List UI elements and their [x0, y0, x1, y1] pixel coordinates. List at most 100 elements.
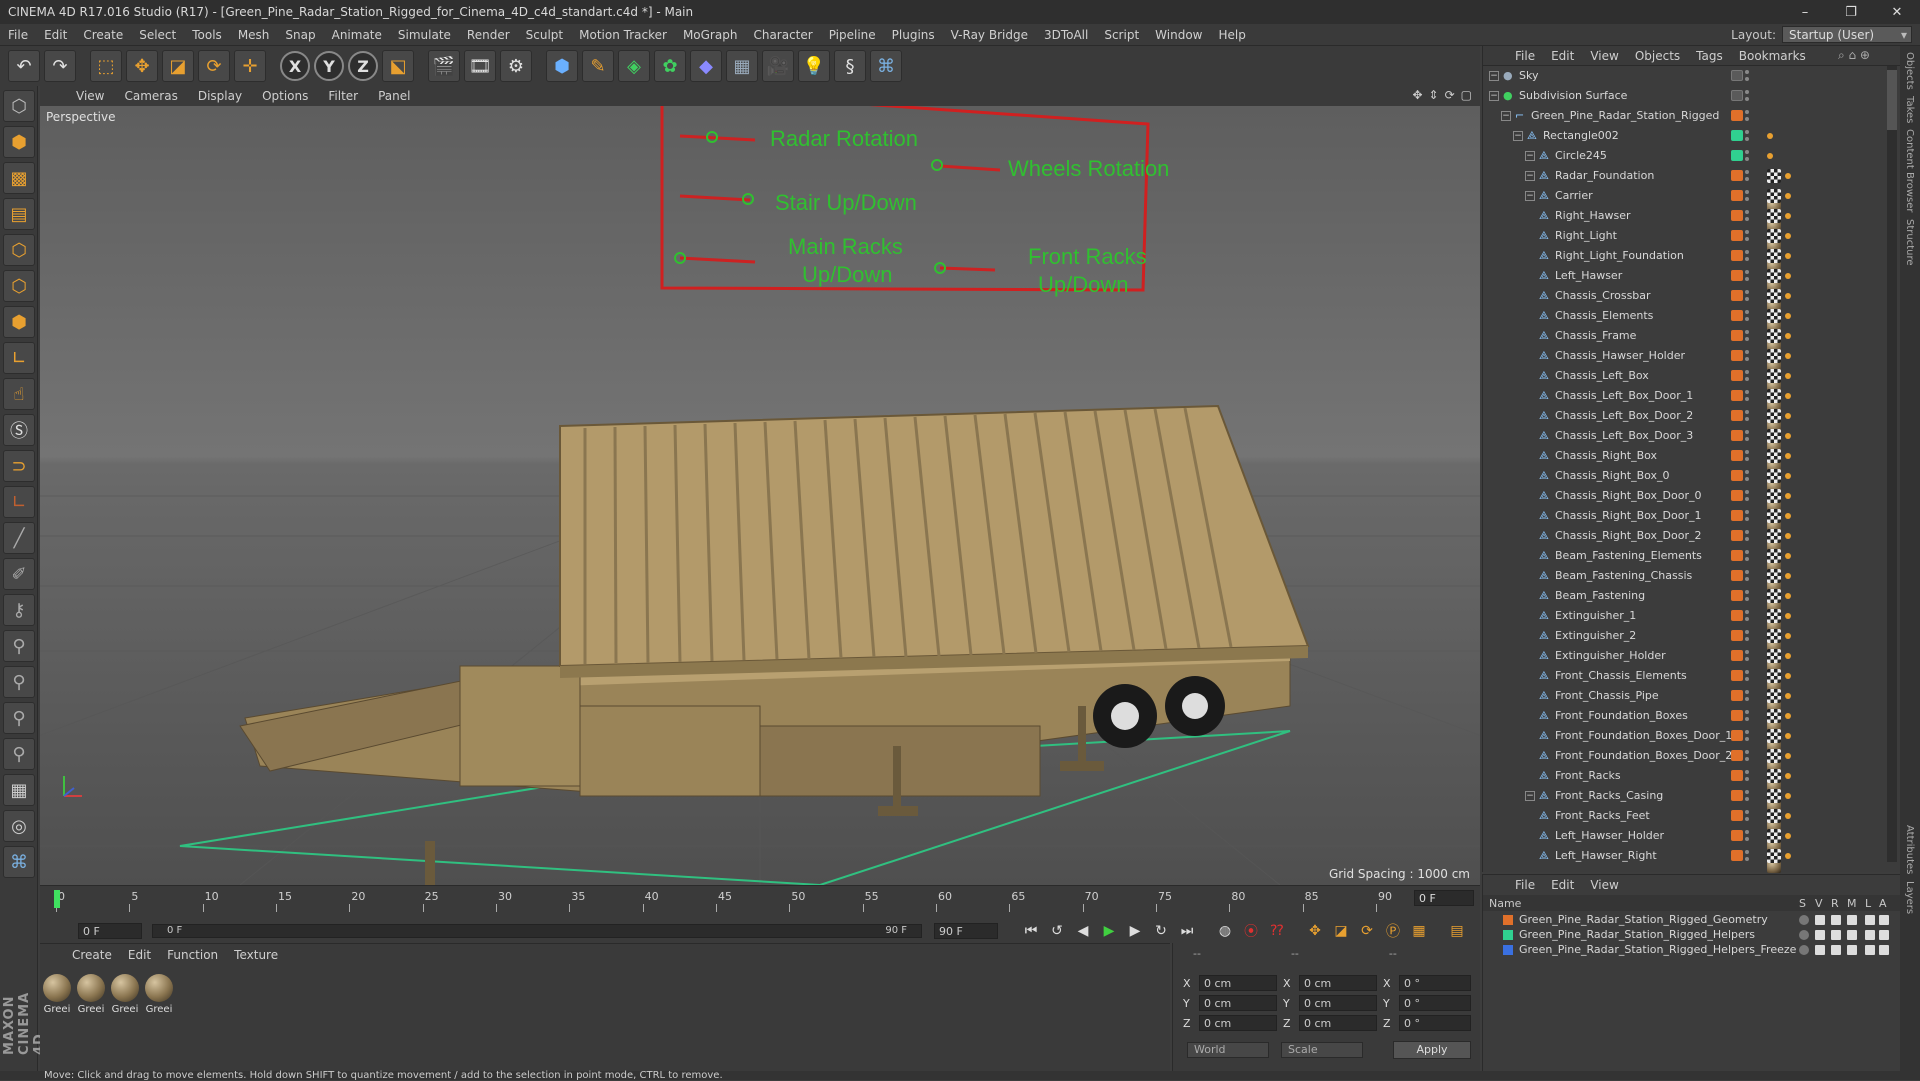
- tab-takes[interactable]: Takes: [1904, 96, 1915, 123]
- layer-row[interactable]: Green_Pine_Radar_Station_Rigged_Helpers: [1483, 928, 1893, 943]
- object-name[interactable]: Chassis_Left_Box_Door_2: [1555, 409, 1693, 422]
- layout-dropdown[interactable]: Startup (User): [1782, 26, 1912, 43]
- expand-toggle-icon[interactable]: −: [1489, 71, 1499, 81]
- visibility-dots-icon[interactable]: [1745, 430, 1749, 442]
- visibility-dots-icon[interactable]: [1745, 190, 1749, 202]
- range-slider[interactable]: 0 F 90 F: [152, 924, 922, 938]
- layer-color-swatch[interactable]: [1731, 610, 1743, 621]
- layer-color-swatch[interactable]: [1731, 810, 1743, 821]
- expand-toggle-icon[interactable]: −: [1525, 791, 1535, 801]
- start-frame-field[interactable]: 0 F: [78, 923, 142, 939]
- uvw-tag-icon[interactable]: [1767, 729, 1781, 743]
- object-row[interactable]: ⟁ Front_Racks: [1483, 766, 1893, 813]
- size-z-field[interactable]: 0 cm: [1299, 1015, 1377, 1031]
- layer-color-swatch[interactable]: [1731, 250, 1743, 261]
- uvw-tag-icon[interactable]: [1767, 789, 1781, 803]
- menu-file[interactable]: File: [0, 28, 36, 42]
- object-name[interactable]: Chassis_Right_Box_0: [1555, 469, 1670, 482]
- world-coordinates-icon[interactable]: ⬕: [382, 50, 414, 82]
- layer-color-swatch[interactable]: [1731, 850, 1743, 861]
- layer-color-swatch[interactable]: [1503, 945, 1513, 955]
- object-row[interactable]: ⟁ Beam_Fastening_Elements: [1483, 546, 1893, 593]
- layers-menu-edit[interactable]: Edit: [1543, 878, 1582, 892]
- menu-mesh[interactable]: Mesh: [230, 28, 278, 42]
- uvw-tag-icon[interactable]: [1767, 409, 1781, 423]
- selection-tag-icon[interactable]: [1785, 433, 1791, 439]
- uvw-tag-icon[interactable]: [1767, 329, 1781, 343]
- layer-color-swatch[interactable]: [1731, 510, 1743, 521]
- tweak-mode-icon[interactable]: ☝: [3, 378, 35, 410]
- edges-mode-icon[interactable]: ⬡: [3, 270, 35, 302]
- object-name[interactable]: Beam_Fastening: [1555, 589, 1645, 602]
- visibility-dots-icon[interactable]: [1745, 90, 1749, 102]
- multi-transform-icon[interactable]: ✛: [234, 50, 266, 82]
- visibility-dots-icon[interactable]: [1745, 590, 1749, 602]
- layer-color-swatch[interactable]: [1503, 930, 1513, 940]
- object-row[interactable]: ⟁ Front_Foundation_Boxes_Door_2: [1483, 746, 1893, 793]
- size-x-field[interactable]: 0 cm: [1299, 975, 1377, 991]
- object-row[interactable]: ⟁ Beam_Fastening_Chassis: [1483, 566, 1893, 613]
- selection-tag-icon[interactable]: [1785, 793, 1791, 799]
- object-row[interactable]: ⟁ Left_Hawser_Right: [1483, 846, 1893, 893]
- knife-icon[interactable]: ⚷: [3, 594, 35, 626]
- uvw-tag-icon[interactable]: [1767, 429, 1781, 443]
- visibility-dots-icon[interactable]: [1745, 690, 1749, 702]
- uvw-tag-icon[interactable]: [1767, 269, 1781, 283]
- layer-flag-icon[interactable]: [1831, 945, 1841, 955]
- previous-frame-icon[interactable]: ◀: [1072, 920, 1094, 942]
- object-row[interactable]: ⟁ Chassis_Right_Box_0: [1483, 466, 1893, 513]
- object-row[interactable]: ⟁ Chassis_Crossbar: [1483, 286, 1893, 333]
- layer-color-swatch[interactable]: [1731, 170, 1743, 181]
- material-swatch[interactable]: Greei: [144, 974, 174, 1015]
- viewport-menu-filter[interactable]: Filter: [318, 89, 368, 103]
- uvw-tag-icon[interactable]: [1767, 529, 1781, 543]
- cinema-swirl-icon[interactable]: §: [834, 50, 866, 82]
- layers-menu-view[interactable]: View: [1582, 878, 1626, 892]
- material-swatch[interactable]: Greei: [110, 974, 140, 1015]
- object-name[interactable]: Front_Racks_Casing: [1555, 789, 1663, 802]
- object-row[interactable]: − ⟁ Carrier: [1483, 186, 1893, 233]
- object-name[interactable]: Extinguisher_Holder: [1555, 649, 1666, 662]
- menu-sculpt[interactable]: Sculpt: [518, 28, 571, 42]
- layer-flag-icon[interactable]: [1847, 945, 1857, 955]
- expand-toggle-icon[interactable]: −: [1525, 191, 1535, 201]
- material-menu-function[interactable]: Function: [159, 948, 226, 962]
- object-row[interactable]: ⟁ Chassis_Right_Box_Door_1: [1483, 506, 1893, 553]
- uvw-tag-icon[interactable]: [1767, 649, 1781, 663]
- object-name[interactable]: Chassis_Elements: [1555, 309, 1653, 322]
- object-name[interactable]: Extinguisher_2: [1555, 629, 1636, 642]
- uvw-tag-icon[interactable]: [1767, 709, 1781, 723]
- uvw-tag-icon[interactable]: [1767, 169, 1781, 183]
- material-menu-texture[interactable]: Texture: [226, 948, 286, 962]
- pan-icon[interactable]: ✥: [1412, 88, 1422, 102]
- menu-character[interactable]: Character: [745, 28, 820, 42]
- rotation-b-field[interactable]: 0 °: [1399, 1015, 1471, 1031]
- z-axis-icon[interactable]: Z: [348, 51, 378, 81]
- object-row[interactable]: ⟁ Right_Light: [1483, 226, 1893, 273]
- uvw-tag-icon[interactable]: [1767, 569, 1781, 583]
- workplane-icon[interactable]: ▤: [3, 198, 35, 230]
- menu-animate[interactable]: Animate: [324, 28, 390, 42]
- material-swatch[interactable]: Greei: [42, 974, 72, 1015]
- visibility-dots-icon[interactable]: [1745, 630, 1749, 642]
- playhead[interactable]: [54, 890, 60, 908]
- menu-render[interactable]: Render: [459, 28, 518, 42]
- object-name[interactable]: Green_Pine_Radar_Station_Rigged: [1531, 109, 1719, 122]
- layer-flag-icon[interactable]: [1799, 915, 1809, 925]
- object-name[interactable]: Chassis_Right_Box_Door_1: [1555, 509, 1702, 522]
- layer-flag-icon[interactable]: [1815, 945, 1825, 955]
- layer-color-swatch[interactable]: [1731, 430, 1743, 441]
- object-row[interactable]: − ⟁ Radar_Foundation: [1483, 166, 1893, 213]
- visibility-dots-icon[interactable]: [1745, 390, 1749, 402]
- close-icon[interactable]: ✕: [1874, 0, 1920, 24]
- object-name[interactable]: Chassis_Crossbar: [1555, 289, 1651, 302]
- animation-icon[interactable]: ◎: [3, 810, 35, 842]
- object-name[interactable]: Chassis_Left_Box: [1555, 369, 1649, 382]
- selection-tag-icon[interactable]: [1785, 253, 1791, 259]
- maximize-view-icon[interactable]: ▢: [1461, 88, 1472, 102]
- locked-workplane-icon[interactable]: ∟: [3, 486, 35, 518]
- selection-tag-icon[interactable]: [1767, 133, 1773, 139]
- points-mode-icon[interactable]: ⬡: [3, 234, 35, 266]
- uvw-tag-icon[interactable]: [1767, 349, 1781, 363]
- objects-menu-objects[interactable]: Objects: [1627, 49, 1688, 63]
